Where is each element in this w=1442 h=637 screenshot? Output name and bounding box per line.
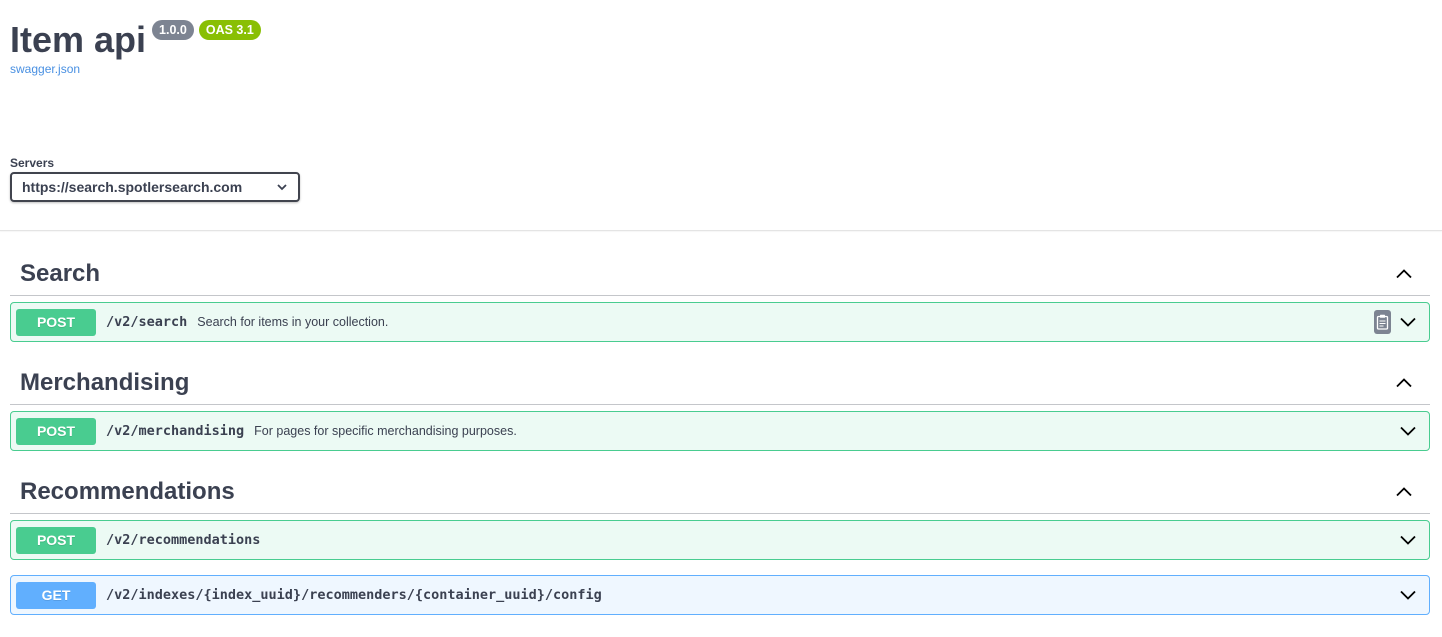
tag-header-recommendations[interactable]: Recommendations xyxy=(10,470,1430,514)
section-divider xyxy=(0,230,1442,231)
clipboard-icon xyxy=(1376,314,1389,330)
spec-link[interactable]: swagger.json xyxy=(10,62,80,76)
server-select-value: https://search.spotlersearch.com xyxy=(22,179,243,195)
tag-section-search: Search POST /v2/search Search for items … xyxy=(10,252,1430,342)
method-badge: GET xyxy=(16,581,96,609)
operation-post-search[interactable]: POST /v2/search Search for items in your… xyxy=(10,302,1430,342)
operation-get-recommender-config[interactable]: GET /v2/indexes/{index_uuid}/recommender… xyxy=(10,575,1430,615)
chevron-up-icon[interactable] xyxy=(1384,368,1424,398)
chevron-down-icon xyxy=(277,184,287,191)
operation-post-merchandising[interactable]: POST /v2/merchandising For pages for spe… xyxy=(10,411,1430,451)
chevron-down-icon[interactable] xyxy=(1397,529,1419,551)
operation-path: /v2/merchandising xyxy=(106,423,245,439)
method-badge: POST xyxy=(16,417,96,445)
api-info: Item api 1.0.0 OAS 3.1 swagger.json xyxy=(10,18,261,76)
operation-path: /v2/search xyxy=(106,314,188,330)
chevron-down-icon[interactable] xyxy=(1397,311,1419,333)
title-row: Item api 1.0.0 OAS 3.1 xyxy=(10,18,261,62)
api-title: Item api xyxy=(10,19,147,60)
method-badge: POST xyxy=(16,526,96,554)
servers-label: Servers xyxy=(10,156,55,170)
tag-name: Merchandising xyxy=(20,368,190,396)
method-badge: POST xyxy=(16,308,96,336)
servers-section: Servers https://search.spotlersearch.com xyxy=(10,156,300,202)
operation-controls xyxy=(1397,412,1419,450)
chevron-down-icon[interactable] xyxy=(1397,420,1419,442)
version-badge: 1.0.0 xyxy=(152,20,194,40)
operation-post-recommendations[interactable]: POST /v2/recommendations xyxy=(10,520,1430,560)
tag-name: Search xyxy=(20,259,101,287)
operation-path: /v2/indexes/{index_uuid}/recommenders/{c… xyxy=(106,587,602,603)
operation-controls xyxy=(1397,576,1419,614)
operation-controls xyxy=(1397,521,1419,559)
tag-name: Recommendations xyxy=(20,477,235,505)
chevron-down-icon[interactable] xyxy=(1397,584,1419,606)
copy-path-button[interactable] xyxy=(1374,310,1391,334)
tag-section-merchandising: Merchandising POST /v2/merchandising For… xyxy=(10,361,1430,451)
tag-section-recommendations: Recommendations POST /v2/recommendations… xyxy=(10,470,1430,615)
chevron-up-icon[interactable] xyxy=(1384,259,1424,289)
operation-summary: Search for items in your collection. xyxy=(197,315,389,329)
operation-summary: For pages for specific merchandising pur… xyxy=(254,424,517,438)
operation-path: /v2/recommendations xyxy=(106,532,261,548)
tag-header-merchandising[interactable]: Merchandising xyxy=(10,361,1430,405)
tag-header-search[interactable]: Search xyxy=(10,252,1430,296)
operation-controls xyxy=(1374,303,1419,341)
chevron-up-icon[interactable] xyxy=(1384,477,1424,507)
oas-badge: OAS 3.1 xyxy=(198,20,261,40)
server-select[interactable]: https://search.spotlersearch.com xyxy=(10,172,300,202)
